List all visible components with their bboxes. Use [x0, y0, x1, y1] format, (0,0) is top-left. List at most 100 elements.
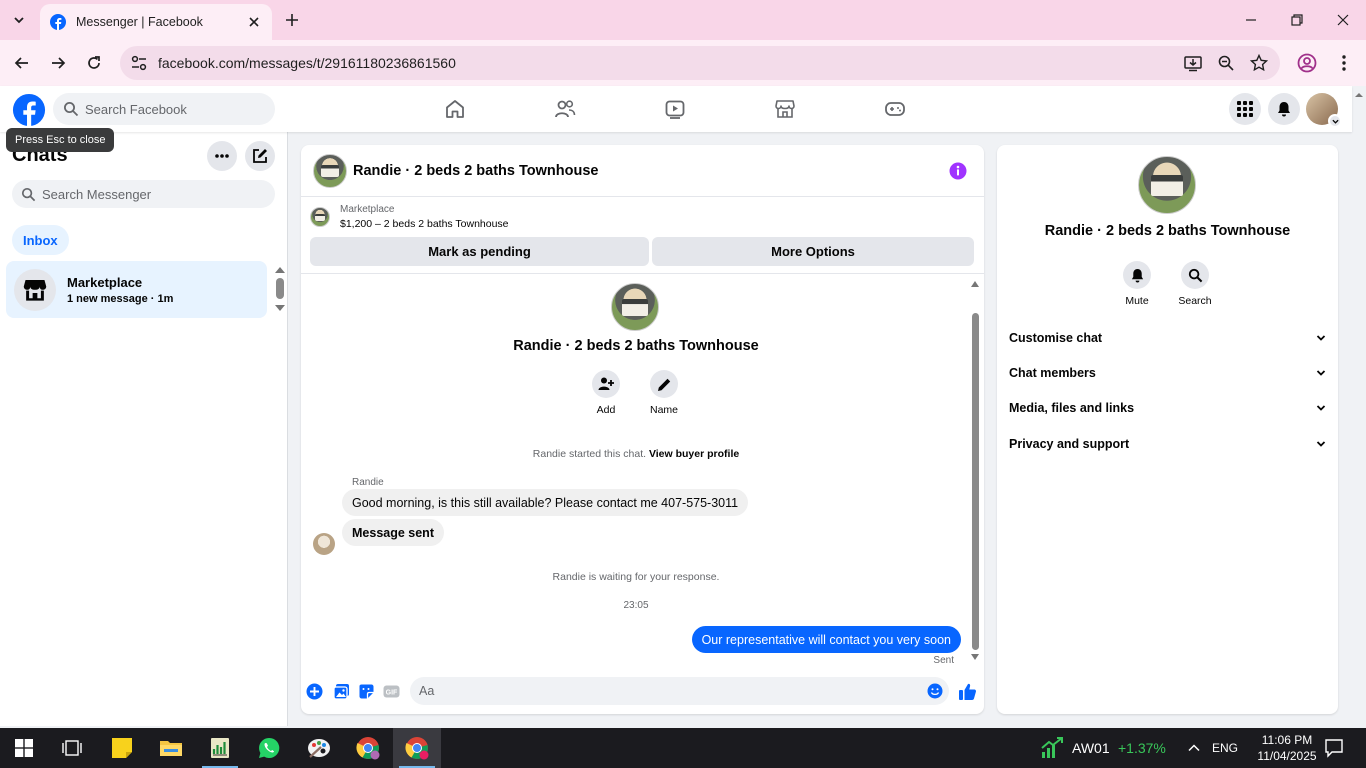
thread-scroll-down[interactable] [971, 654, 979, 660]
messenger-search[interactable] [12, 180, 275, 208]
messenger-search-input[interactable] [42, 186, 212, 202]
facebook-search[interactable] [53, 93, 275, 125]
minimize-button[interactable] [1228, 0, 1274, 40]
profile-button[interactable] [1296, 52, 1318, 74]
thumbs-up-icon [958, 683, 976, 700]
listing-summary[interactable]: $1,200 – 2 beds 2 baths Townhouse [340, 218, 509, 230]
input-language[interactable]: ENG [1212, 741, 1238, 755]
thread-scroll-up[interactable] [971, 281, 979, 287]
account-avatar[interactable] [1306, 93, 1342, 128]
new-tab-button[interactable] [280, 8, 304, 32]
plus-circle-icon [306, 683, 323, 700]
spreadsheet-app[interactable] [196, 728, 244, 768]
esc-tooltip: Press Esc to close [6, 128, 115, 152]
info-icon[interactable] [949, 162, 967, 180]
back-button[interactable] [9, 50, 35, 76]
media-files-section[interactable]: Media, files and links [1009, 393, 1326, 423]
section-label: Customise chat [1009, 331, 1103, 345]
gif-button[interactable]: GIF [383, 683, 400, 700]
mute-button[interactable] [1123, 261, 1151, 289]
browser-menu-button[interactable] [1333, 52, 1355, 74]
sidebar-scroll-up[interactable] [275, 267, 285, 273]
nav-video[interactable] [660, 95, 690, 123]
gaming-icon [885, 102, 905, 116]
chat-name: Marketplace [67, 274, 143, 290]
svg-text:GIF: GIF [386, 690, 398, 697]
page-scrollbar[interactable] [1352, 86, 1366, 726]
reload-icon [88, 56, 100, 69]
nav-gaming[interactable] [880, 95, 910, 123]
search-conversation-button[interactable] [1181, 261, 1209, 289]
restore-button[interactable] [1274, 0, 1320, 40]
whatsapp-app[interactable] [245, 728, 293, 768]
install-app-icon[interactable] [1184, 54, 1202, 72]
attach-photo-button[interactable] [333, 683, 350, 700]
zoom-icon[interactable] [1217, 54, 1235, 72]
more-options-button[interactable]: More Options [652, 237, 974, 266]
reload-button[interactable] [81, 50, 107, 76]
close-window-button[interactable] [1320, 0, 1366, 40]
sticker-button[interactable] [358, 683, 375, 700]
file-explorer-app[interactable] [147, 728, 195, 768]
message-input-box[interactable] [410, 677, 949, 705]
add-people-action[interactable]: Add [581, 370, 631, 416]
add-label: Add [596, 404, 616, 416]
nav-marketplace[interactable] [770, 95, 800, 123]
scroll-up-arrow-icon[interactable] [1352, 90, 1366, 100]
like-button[interactable] [957, 681, 977, 701]
privacy-support-section[interactable]: Privacy and support [1009, 429, 1326, 459]
notifications-button[interactable] [1268, 93, 1300, 125]
conversation-header[interactable]: Randie · 2 beds 2 baths Townhouse [301, 145, 984, 197]
facebook-search-input[interactable] [85, 101, 255, 117]
paint-icon [308, 739, 330, 758]
emoji-icon[interactable] [927, 683, 943, 699]
name-chat-button[interactable] [650, 370, 678, 398]
chrome-profile-app[interactable] [393, 728, 441, 768]
facebook-favicon-icon [50, 14, 66, 30]
browser-tab-messenger[interactable]: Messenger | Facebook [40, 4, 272, 40]
sticky-notes-icon [112, 738, 132, 758]
inbox-filter-tab[interactable]: Inbox [12, 225, 69, 255]
forward-button[interactable] [45, 50, 71, 76]
nav-friends[interactable] [550, 95, 580, 123]
sidebar-scroll-down[interactable] [275, 305, 285, 311]
site-settings-icon[interactable] [130, 54, 148, 72]
sticky-notes-app[interactable] [98, 728, 146, 768]
incoming-message[interactable]: Message sent [342, 519, 444, 546]
incoming-message[interactable]: Good morning, is this still available? P… [342, 489, 749, 516]
close-icon [1337, 14, 1349, 26]
chat-preview: 1 new message · 1m [67, 292, 174, 305]
paint-app[interactable] [295, 728, 343, 768]
chat-list-item[interactable]: Marketplace 1 new message · 1m [6, 261, 267, 318]
thread-scroll-thumb[interactable] [972, 313, 979, 650]
start-button[interactable] [0, 728, 48, 768]
more-actions-button[interactable] [306, 683, 323, 700]
bookmark-star-icon[interactable] [1250, 54, 1268, 72]
chrome-app[interactable] [344, 728, 392, 768]
customise-chat-section[interactable]: Customise chat [1009, 323, 1326, 353]
notification-center-icon[interactable] [1324, 738, 1344, 758]
task-view-button[interactable] [48, 728, 96, 768]
new-message-button[interactable] [245, 141, 275, 171]
tab-close-button[interactable] [246, 14, 262, 30]
chat-members-section[interactable]: Chat members [1009, 358, 1326, 388]
mark-pending-button[interactable]: Mark as pending [310, 237, 649, 266]
system-clock[interactable]: 11:06 PM 11/04/2025 [1252, 732, 1322, 764]
name-chat-action[interactable]: Name [639, 370, 689, 416]
search-conversation-action[interactable]: Search [1170, 261, 1220, 307]
sidebar-scroll-thumb[interactable] [276, 278, 284, 299]
marketplace-label: Marketplace [340, 204, 395, 215]
view-buyer-profile-link[interactable]: View buyer profile [649, 448, 739, 460]
add-people-button[interactable] [592, 370, 620, 398]
address-bar[interactable]: facebook.com/messages/t/2916118023686156… [120, 46, 1280, 80]
outgoing-message[interactable]: Our representative will contact you very… [691, 626, 961, 653]
facebook-logo-icon[interactable] [12, 93, 46, 127]
chevron-up-icon[interactable] [1186, 740, 1202, 756]
chat-options-button[interactable] [207, 141, 237, 171]
message-input[interactable] [419, 684, 909, 698]
mute-action[interactable]: Mute [1112, 261, 1162, 307]
tab-search-button[interactable] [6, 7, 32, 33]
menu-button[interactable] [1229, 93, 1261, 125]
nav-home[interactable] [440, 95, 470, 123]
stock-chart-icon[interactable] [1040, 736, 1064, 760]
